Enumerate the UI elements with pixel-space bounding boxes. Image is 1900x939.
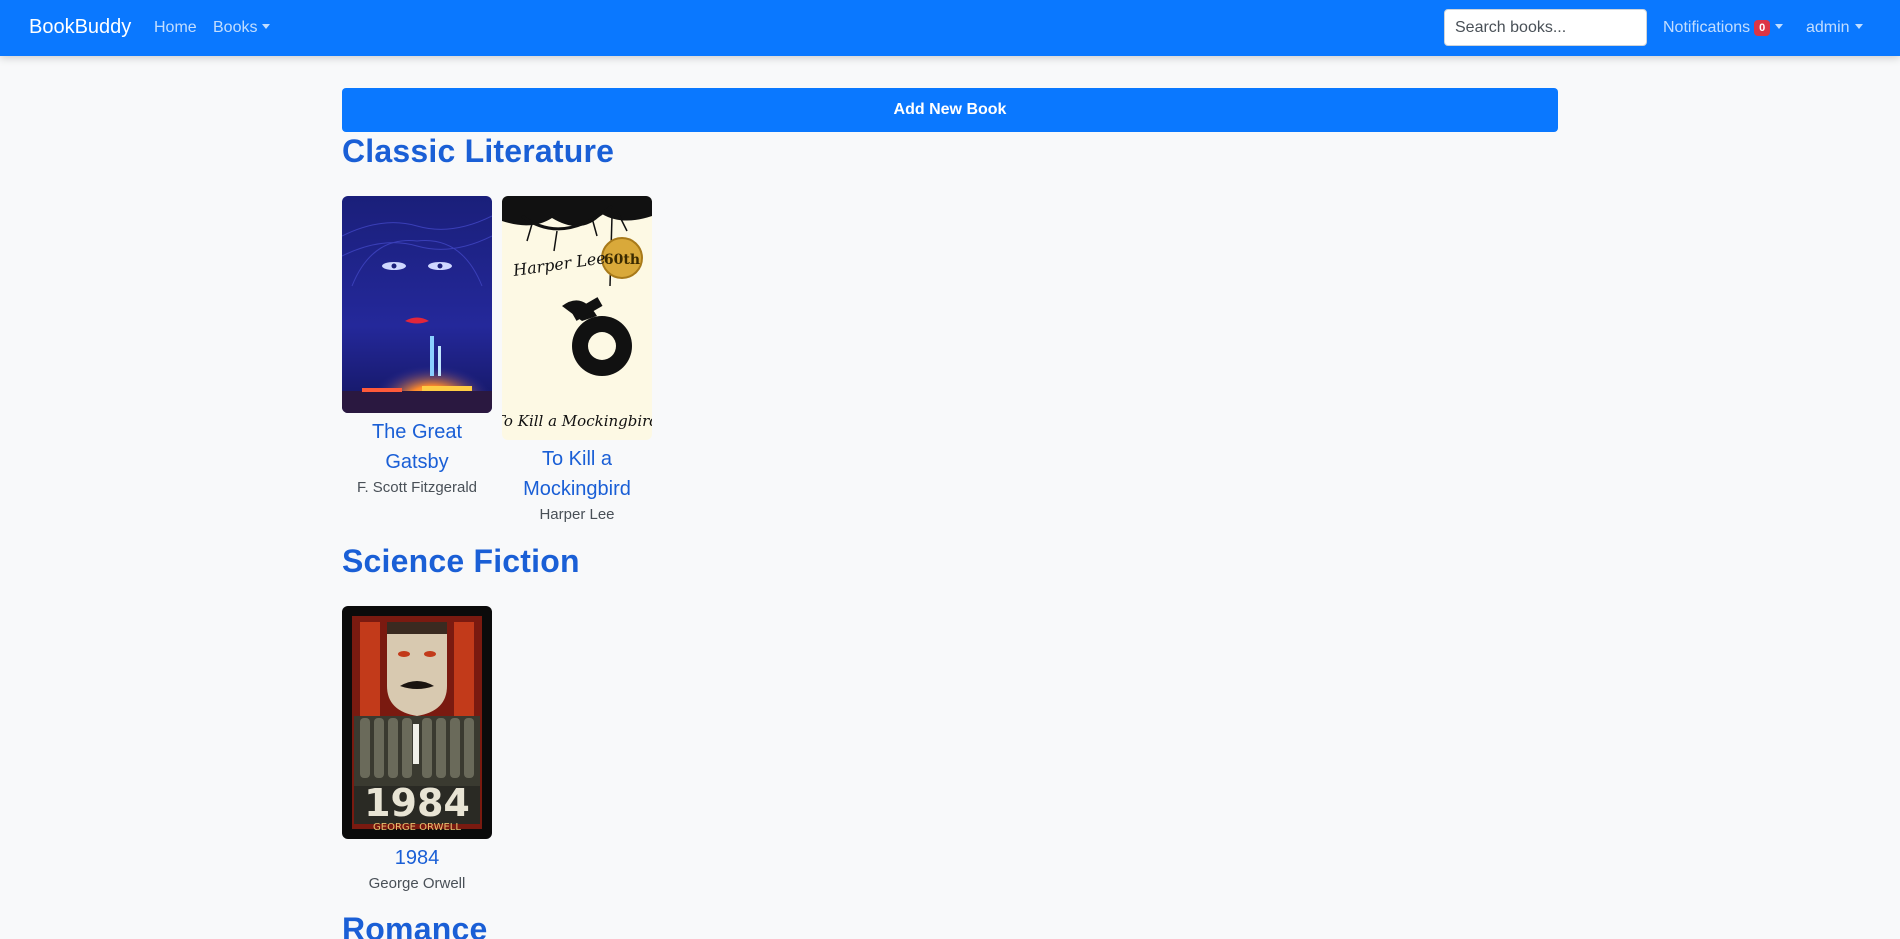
book-cover-link[interactable]: [342, 196, 492, 413]
search-input[interactable]: [1444, 9, 1647, 46]
mockingbird-cover-image: 60th Harper Lee To Kill a Mockingbird: [502, 196, 652, 440]
add-new-book-button[interactable]: Add New Book: [342, 88, 1558, 132]
section-title-romance: Romance: [342, 911, 488, 939]
book-title-link[interactable]: The Great Gatsby: [342, 417, 492, 477]
section-title-science-fiction: Science Fiction: [342, 543, 580, 579]
nav-books-dropdown[interactable]: Books: [213, 19, 271, 37]
book-author: George Orwell: [368, 875, 466, 892]
user-menu-dropdown[interactable]: admin: [1806, 19, 1863, 37]
nav-books-label: Books: [213, 19, 258, 36]
book-author: Harper Lee: [539, 506, 615, 523]
orwell-1984-cover-image: 1984 GEORGE ORWELL: [342, 606, 492, 839]
book-cover-link[interactable]: 60th Harper Lee To Kill a Mockingbird: [502, 196, 652, 440]
notifications-label: Notifications: [1663, 19, 1751, 36]
nav-home-link[interactable]: Home: [154, 19, 197, 37]
section-title-classic-literature: Classic Literature: [342, 133, 615, 169]
book-title-link[interactable]: To Kill a Mockingbird: [502, 444, 652, 504]
chevron-down-icon: [1775, 24, 1784, 29]
brand-logo-link[interactable]: BookBuddy: [29, 16, 131, 39]
book-author: F. Scott Fitzgerald: [356, 479, 478, 496]
book-cover-link[interactable]: 1984 GEORGE ORWELL: [342, 606, 492, 839]
user-menu-label: admin: [1806, 19, 1850, 36]
chevron-down-icon: [262, 24, 271, 29]
chevron-down-icon: [1854, 24, 1863, 29]
cover-title-text: To Kill a Mockingbird: [502, 412, 652, 430]
book-card: 1984 GEORGE ORWELL 1984 George Orwell: [342, 606, 492, 895]
book-card: 60th Harper Lee To Kill a Mockingbird To…: [502, 196, 652, 526]
notifications-count-badge: 0: [1754, 20, 1771, 36]
cover-title-text: 1984: [364, 781, 470, 825]
book-title-link[interactable]: 1984: [342, 843, 492, 873]
notifications-dropdown[interactable]: Notifications 0: [1663, 19, 1784, 37]
anniversary-seal-text: 60th: [604, 252, 640, 268]
top-navbar: BookBuddy Home Books Notifications0 admi…: [0, 0, 1900, 56]
book-card: The Great Gatsby F. Scott Fitzgerald: [342, 196, 492, 499]
cover-author-text: GEORGE ORWELL: [373, 822, 461, 833]
gatsby-cover-image: [342, 196, 492, 413]
